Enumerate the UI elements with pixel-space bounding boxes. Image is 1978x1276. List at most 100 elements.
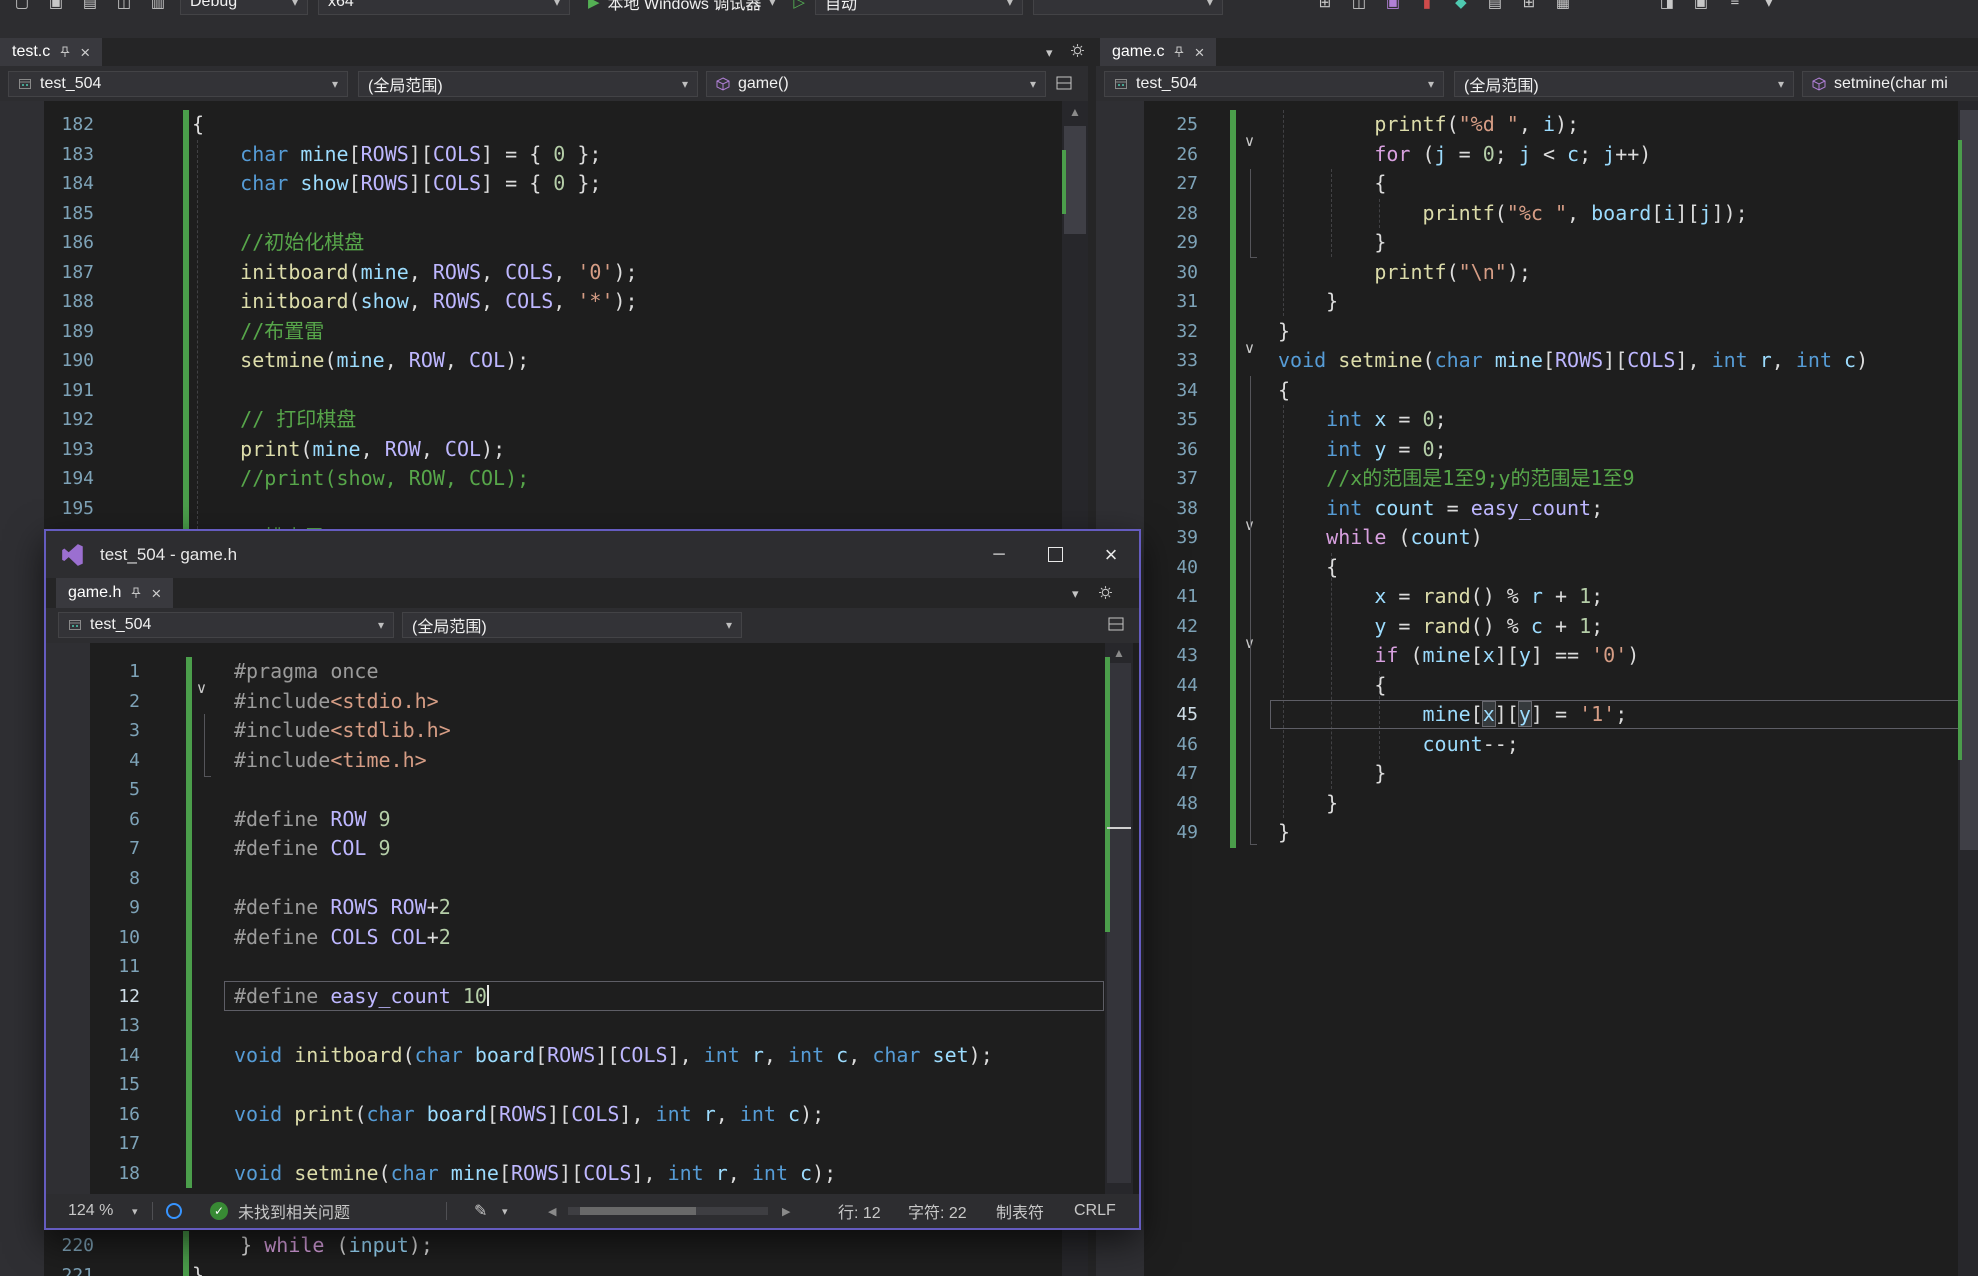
code-line[interactable]: {: [1278, 553, 1868, 583]
project-dropdown[interactable]: test_504 ▾: [1104, 71, 1444, 97]
toolbar-icon[interactable]: ⊞: [1313, 0, 1337, 11]
code-line[interactable]: //x的范围是1至9;y的范围是1至9: [1278, 464, 1868, 494]
scroll-up-icon[interactable]: ▲: [1062, 105, 1088, 119]
toolbar-icon[interactable]: ≡: [1723, 0, 1747, 10]
code-line[interactable]: [234, 1070, 993, 1100]
code-line[interactable]: {: [1278, 376, 1868, 406]
code-line[interactable]: void setmine(char mine[ROWS][COLS], int …: [1278, 346, 1868, 376]
tab-test-c[interactable]: test.c ×: [0, 38, 102, 66]
code-line[interactable]: int x = 0;: [1278, 405, 1868, 435]
split-editor-icon[interactable]: [1108, 617, 1124, 631]
solution-platform-dropdown[interactable]: x64 ▾: [318, 0, 570, 15]
toolbar-icon[interactable]: ▾: [1757, 0, 1781, 11]
code-line[interactable]: initboard(show, ROWS, COLS, '*');: [192, 287, 638, 317]
code-line[interactable]: void setmine(char mine[ROWS][COLS], int …: [234, 1159, 993, 1189]
code-line[interactable]: for (j = 0; j < c; j++): [1278, 140, 1868, 170]
code-line[interactable]: [234, 1011, 993, 1041]
maximize-button[interactable]: [1027, 531, 1083, 578]
code-line[interactable]: }: [1278, 759, 1868, 789]
close-icon[interactable]: ×: [80, 44, 90, 61]
scroll-left-icon[interactable]: ◀: [548, 1194, 556, 1228]
toolbar-icon[interactable]: ▢: [10, 0, 34, 11]
code-line[interactable]: [192, 376, 638, 406]
pin-icon[interactable]: [130, 587, 142, 599]
code-line[interactable]: #define ROW 9: [234, 805, 993, 835]
close-icon[interactable]: ×: [1194, 44, 1204, 61]
pin-icon[interactable]: [1173, 46, 1185, 58]
zoom-control[interactable]: 124 %: [68, 1194, 113, 1228]
toolbar-icon[interactable]: ▥: [146, 0, 170, 11]
toolbar-icon[interactable]: ▤: [78, 0, 102, 11]
code-line[interactable]: print(mine, ROW, COL);: [192, 435, 638, 465]
code-line[interactable]: } while (input);: [192, 1231, 433, 1261]
code-line[interactable]: #include<stdlib.h>: [234, 716, 993, 746]
close-button[interactable]: ×: [1083, 531, 1139, 578]
project-dropdown[interactable]: test_504 ▾: [58, 612, 394, 638]
code-line[interactable]: [234, 864, 993, 894]
horizontal-scrollbar-thumb[interactable]: [580, 1207, 696, 1215]
scope-dropdown[interactable]: (全局范围) ▾: [358, 71, 698, 97]
code-line[interactable]: count--;: [1278, 730, 1868, 760]
close-icon[interactable]: ×: [151, 585, 161, 602]
gear-icon[interactable]: [1098, 585, 1113, 600]
code-line[interactable]: //print(show, ROW, COL);: [192, 464, 638, 494]
code-line[interactable]: }: [1278, 789, 1868, 819]
member-dropdown[interactable]: game() ▾: [706, 71, 1046, 97]
code-line[interactable]: x = rand() % r + 1;: [1278, 582, 1868, 612]
code-line[interactable]: //布置雷: [192, 317, 638, 347]
toolbar-icon[interactable]: ▣: [44, 0, 68, 11]
code-line[interactable]: int count = easy_count;: [1278, 494, 1868, 524]
tab-list-chevron-icon[interactable]: ▾: [1072, 586, 1079, 602]
code-line[interactable]: printf("\n");: [1278, 258, 1868, 288]
code-line[interactable]: void initboard(char board[ROWS][COLS], i…: [234, 1041, 993, 1071]
code-line[interactable]: [192, 199, 638, 229]
chevron-down-icon[interactable]: ▾: [502, 1194, 508, 1228]
pin-icon[interactable]: [59, 46, 71, 58]
code-line[interactable]: #define COLS COL+2: [234, 923, 993, 953]
code-line[interactable]: }: [1278, 287, 1868, 317]
code-line[interactable]: }: [1278, 228, 1868, 258]
toolbar-icon[interactable]: ▣: [1689, 0, 1713, 11]
tab-list-chevron-icon[interactable]: ▾: [1046, 45, 1053, 61]
gear-icon[interactable]: [1070, 43, 1085, 58]
toolbar-dropdown[interactable]: ▾: [1033, 0, 1223, 15]
toolbar-icon[interactable]: ▮: [1415, 0, 1439, 11]
code-line[interactable]: #include<stdio.h>: [234, 687, 993, 717]
scrollbar-thumb[interactable]: [1960, 110, 1978, 850]
code-area-test-c-bottom[interactable]: } while (input);}: [192, 1231, 433, 1276]
code-line[interactable]: #pragma once: [234, 657, 993, 687]
code-line[interactable]: mine[x][y] = '1';: [1278, 700, 1868, 730]
start-without-debugging-icon[interactable]: ▷: [793, 0, 805, 11]
code-line[interactable]: }: [1278, 317, 1868, 347]
code-line[interactable]: #define COL 9: [234, 834, 993, 864]
split-editor-icon[interactable]: [1056, 76, 1072, 90]
toolbar-icon[interactable]: ◫: [112, 0, 136, 11]
code-line[interactable]: // 打印棋盘: [192, 405, 638, 435]
code-line[interactable]: int y = 0;: [1278, 435, 1868, 465]
code-line[interactable]: printf("%d ", i);: [1278, 110, 1868, 140]
code-line[interactable]: initboard(mine, ROWS, COLS, '0');: [192, 258, 638, 288]
fold-chevron-icon[interactable]: ∨: [1244, 132, 1255, 150]
code-area-game-h[interactable]: #pragma once#include<stdio.h>#include<st…: [234, 657, 993, 1188]
code-line[interactable]: printf("%c ", board[i][j]);: [1278, 199, 1868, 229]
code-line[interactable]: void print(char board[ROWS][COLS], int r…: [234, 1100, 993, 1130]
toolbar-icon[interactable]: ◨: [1655, 0, 1679, 11]
minimize-button[interactable]: ─: [971, 531, 1027, 578]
code-line[interactable]: while (count): [1278, 523, 1868, 553]
code-line[interactable]: [234, 775, 993, 805]
member-dropdown[interactable]: setmine(char mi: [1802, 71, 1978, 97]
scroll-right-icon[interactable]: ▶: [782, 1194, 790, 1228]
code-line[interactable]: char mine[ROWS][COLS] = { 0 };: [192, 140, 638, 170]
code-line[interactable]: {: [1278, 169, 1868, 199]
toolbar-icon[interactable]: ⊞: [1517, 0, 1541, 11]
code-area-game-c[interactable]: printf("%d ", i); for (j = 0; j < c; j++…: [1278, 110, 1868, 848]
code-line[interactable]: #define easy_count 10: [234, 982, 993, 1012]
window-title-bar[interactable]: test_504 - game.h ─ ×: [46, 531, 1139, 578]
feedback-icon[interactable]: [166, 1194, 182, 1228]
code-line[interactable]: {: [1278, 671, 1868, 701]
code-line[interactable]: //初始化棋盘: [192, 228, 638, 258]
code-line[interactable]: [192, 494, 638, 524]
code-line[interactable]: {: [192, 110, 638, 140]
project-dropdown[interactable]: test_504 ▾: [8, 71, 348, 97]
fold-chevron-icon[interactable]: ∨: [196, 679, 207, 697]
